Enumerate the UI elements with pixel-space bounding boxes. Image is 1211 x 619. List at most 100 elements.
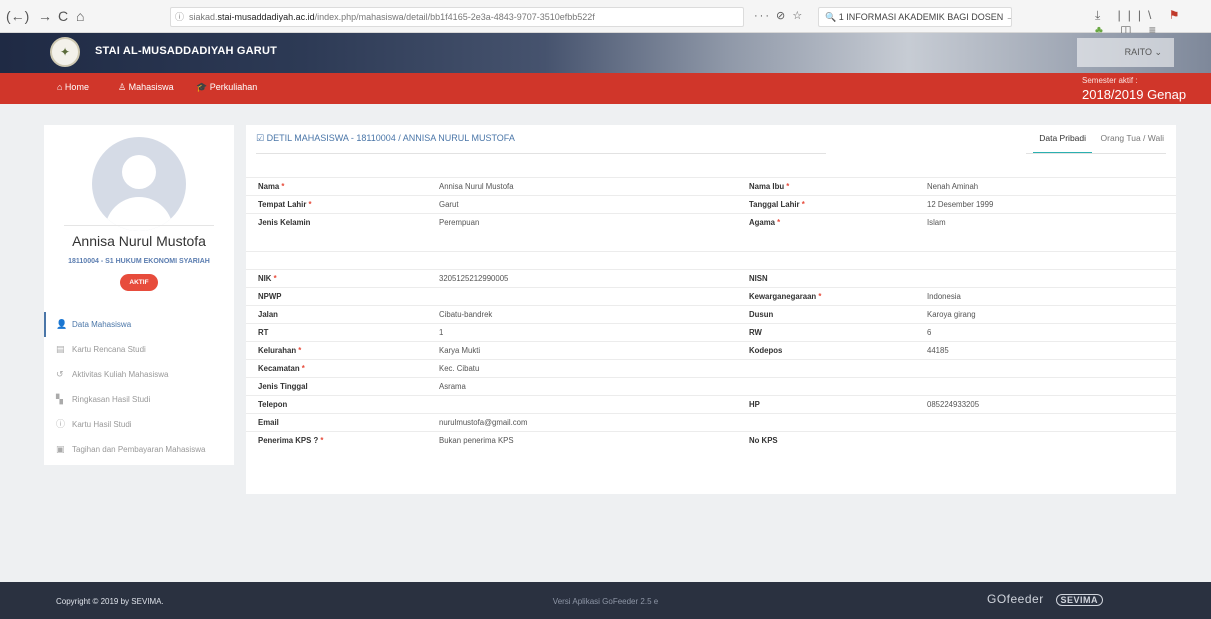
gofeeder-logo: GOfeeder xyxy=(987,592,1044,606)
table-row: Nama * Annisa Nurul Mustofa Nama Ibu * Nena… xyxy=(246,177,1176,196)
field-label: RT xyxy=(246,323,427,342)
field-label-text: Tanggal Lahir xyxy=(749,200,800,209)
required-marker: * xyxy=(816,292,822,301)
field-label xyxy=(737,251,915,270)
nav-home[interactable]: ⌂ Home xyxy=(57,82,89,92)
payment-icon: ▣ xyxy=(56,444,65,454)
field-value: 1 xyxy=(427,323,737,342)
home-button[interactable]: ⌂ xyxy=(76,7,84,25)
sevima-logo: SEVIMA xyxy=(1055,594,1104,606)
user-menu-button[interactable]: RAITO ⌄ xyxy=(1077,38,1174,67)
required-marker: * xyxy=(799,200,805,209)
field-label: NIK * xyxy=(246,269,427,288)
field-label: Nama * xyxy=(246,177,427,196)
field-label-text: No KPS xyxy=(749,436,778,446)
menu-item-kartu-hasil-studi[interactable]: ⓘ Kartu Hasil Studi xyxy=(44,412,234,437)
back-button[interactable]: (←) xyxy=(6,7,29,25)
table-row: Kecamatan * Kec. Cibatu xyxy=(246,359,1176,378)
nav-mahasiswa[interactable]: ♙ Mahasiswa xyxy=(118,82,174,93)
field-label: Nama Ibu * xyxy=(737,177,915,196)
field-label: HP xyxy=(737,395,915,414)
field-label: Kecamatan * xyxy=(246,359,427,378)
field-label xyxy=(737,377,915,396)
field-value-text: 3205125212990005 xyxy=(439,274,509,283)
profile-id: 18110004 - S1 HUKUM EKONOMI SYARIAH xyxy=(68,258,210,265)
field-label: Dusun xyxy=(737,305,915,324)
app-header: ✦ STAI AL-MUSADDADIYAH GARUT RAITO ⌄ xyxy=(0,33,1211,73)
field-value: 12 Desember 1999 xyxy=(915,195,1176,214)
field-label xyxy=(737,359,915,378)
download-icon[interactable]: ⤓ xyxy=(1095,8,1107,22)
info-icon: ⓘ xyxy=(56,419,66,429)
reload-button[interactable]: C xyxy=(58,7,68,25)
avatar xyxy=(92,137,186,231)
field-label-text: RW xyxy=(749,328,762,337)
student-data-table: Nama * Annisa Nurul Mustofa Nama Ibu * Nena… xyxy=(246,177,1176,450)
field-label-text: Kodepos xyxy=(749,346,783,355)
field-label-text: Agama xyxy=(749,218,775,227)
flag-icon[interactable]: ⚑ xyxy=(1169,8,1187,22)
field-label: Telepon xyxy=(246,395,427,414)
forward-button[interactable]: → xyxy=(38,7,52,25)
nav-perkuliahan[interactable]: 🎓 Perkuliahan xyxy=(196,82,257,93)
field-value-text: Nenah Aminah xyxy=(927,182,979,191)
library-icon[interactable]: |||\ xyxy=(1118,8,1159,22)
field-label-text: NPWP xyxy=(258,292,282,301)
menu-item-label: Tagihan dan Pembayaran Mahasiswa xyxy=(72,445,206,454)
field-label: Jenis Kelamin xyxy=(246,213,427,252)
table-row: NPWP Kewarganegaraan * Indonesia xyxy=(246,287,1176,306)
field-label: Tempat Lahir * xyxy=(246,195,427,214)
url-path: /index.php/mahasiswa/detail/bb1f4165-2e3… xyxy=(314,12,595,22)
history-icon: ↺ xyxy=(56,369,64,379)
field-label: Jenis Tinggal xyxy=(246,377,427,396)
field-value: Bukan penerima KPS xyxy=(427,431,737,450)
menu-item-data-mahasiswa[interactable]: 👤 Data Mahasiswa xyxy=(44,312,234,337)
field-value-text: nurulmustofa@gmail.com xyxy=(439,418,528,427)
tab-data-pribadi[interactable]: Data Pribadi xyxy=(1033,125,1093,154)
field-value: 085224933205 xyxy=(915,395,1176,414)
field-value: Garut xyxy=(427,195,737,214)
field-label-text: Nama xyxy=(258,182,280,191)
field-value-text: 6 xyxy=(927,328,932,337)
tab-orang-tua-wali[interactable]: Orang Tua / Wali xyxy=(1095,125,1170,154)
field-value-text: 44185 xyxy=(927,346,949,355)
browser-toolbar: (←) → C ⌂ ⓘ siakad.stai-musaddadiyah.ac.… xyxy=(0,0,1211,37)
field-value xyxy=(427,251,737,270)
footer-logos: GOfeeder SEVIMA xyxy=(987,592,1104,606)
field-value: Kec. Cibatu xyxy=(427,359,737,378)
field-label-text: Telepon xyxy=(258,400,288,409)
field-label-text: Dusun xyxy=(749,310,774,319)
field-label: Tanggal Lahir * xyxy=(737,195,915,214)
app-title: STAI AL-MUSADDADIYAH GARUT xyxy=(95,45,278,57)
field-value xyxy=(915,431,1176,450)
field-value: Indonesia xyxy=(915,287,1176,306)
status-badge: AKTIF xyxy=(120,274,158,291)
field-label: Email xyxy=(246,413,427,432)
search-input[interactable]: 🔍 1 INFORMASI AKADEMIK BAGI DOSEN → xyxy=(818,7,1012,27)
table-row: Email nurulmustofa@gmail.com xyxy=(246,413,1176,432)
required-marker: * xyxy=(306,200,312,209)
menu-item-aktivitas-kuliah[interactable]: ↺ Aktivitas Kuliah Mahasiswa xyxy=(44,362,234,387)
url-bar[interactable]: ⓘ siakad.stai-musaddadiyah.ac.id/index.p… xyxy=(170,7,744,27)
table-row: Telepon HP 085224933205 xyxy=(246,395,1176,414)
menu-item-kartu-rencana-studi[interactable]: ▤ Kartu Rencana Studi xyxy=(44,337,234,362)
field-label: NISN xyxy=(737,269,915,288)
site-info-icon[interactable]: ⓘ xyxy=(175,8,184,26)
table-row: Jalan Cibatu-bandrek Dusun Karoya girang xyxy=(246,305,1176,324)
menu-item-tagihan-pembayaran[interactable]: ▣ Tagihan dan Pembayaran Mahasiswa xyxy=(44,437,234,462)
page-actions-icons[interactable]: ··· ⊘ ☆ xyxy=(754,9,804,22)
field-label: Kodepos xyxy=(737,341,915,360)
table-row xyxy=(246,251,1176,270)
field-value-text: Karya Mukti xyxy=(439,346,481,355)
field-value-text: Perempuan xyxy=(439,218,480,227)
field-value xyxy=(915,359,1176,378)
field-label-text: Jenis Tinggal xyxy=(258,382,308,391)
required-marker: * xyxy=(271,274,277,283)
menu-item-ringkasan-hasil-studi[interactable]: ▚ Ringkasan Hasil Studi xyxy=(44,387,234,412)
field-value: Karya Mukti xyxy=(427,341,737,360)
field-value xyxy=(915,377,1176,396)
field-label-text: Kecamatan xyxy=(258,364,300,373)
table-row: NIK * 3205125212990005 NISN xyxy=(246,269,1176,288)
required-marker: * xyxy=(296,346,302,355)
field-label: No KPS xyxy=(737,431,915,450)
